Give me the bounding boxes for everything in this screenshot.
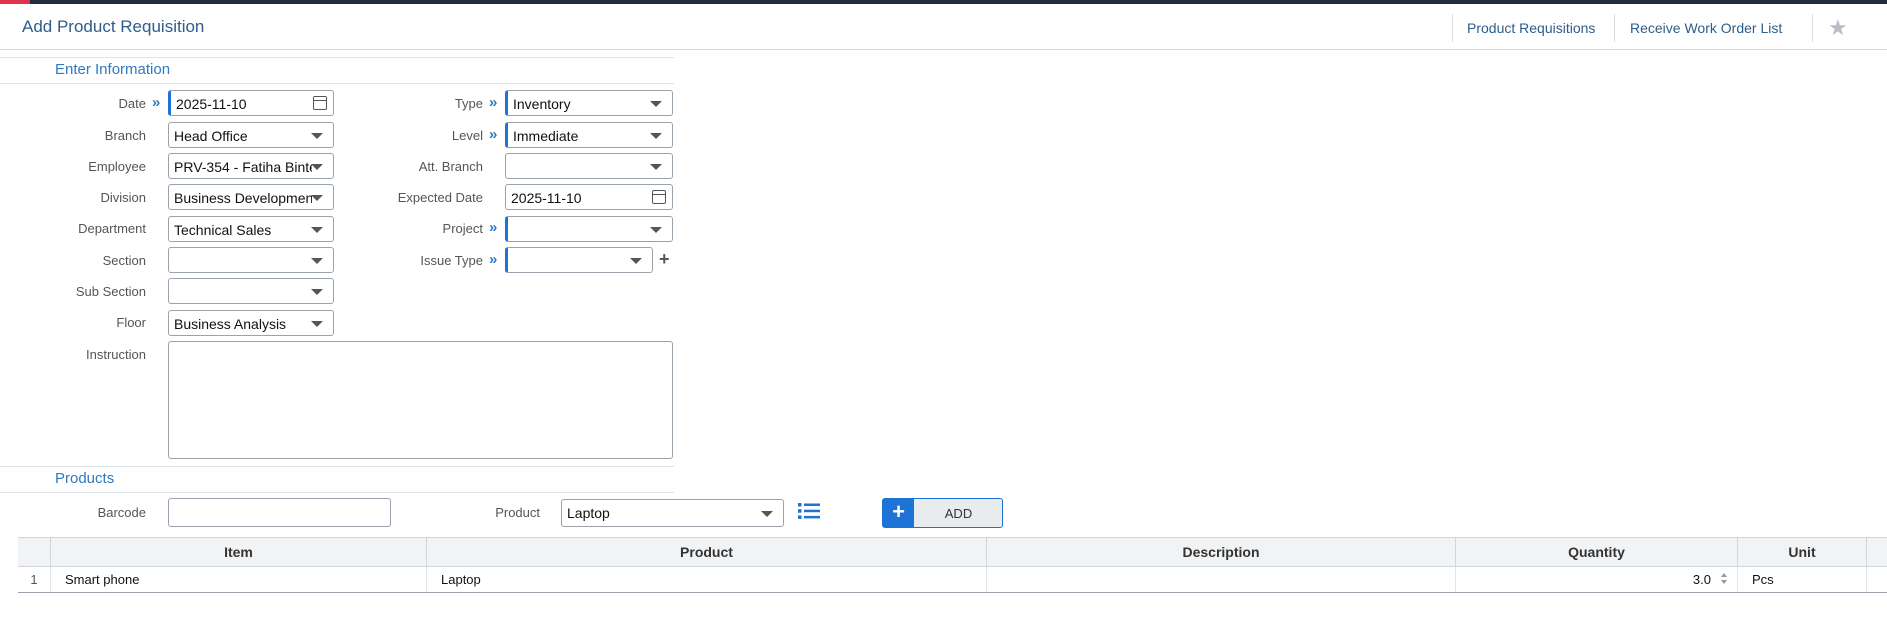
grid-header: Item Product Description Quantity Unit	[18, 537, 1887, 567]
grid-header-item[interactable]: Item	[51, 538, 427, 566]
barcode-input[interactable]	[168, 498, 391, 527]
date-field[interactable]: 2025-11-10	[168, 90, 334, 116]
employee-select[interactable]: PRV-354 - Fatiha Binte	[168, 153, 334, 179]
grid-header-product[interactable]: Product	[427, 538, 987, 566]
grid-header-rownum	[18, 538, 51, 566]
grid-header-quantity[interactable]: Quantity	[1456, 538, 1738, 566]
header-divider	[1614, 14, 1615, 42]
cell-unit[interactable]: Pcs	[1738, 567, 1867, 592]
cell-product[interactable]: Laptop	[427, 567, 987, 592]
header-divider	[1812, 14, 1813, 42]
add-product-button[interactable]: + ADD	[882, 498, 1003, 528]
quantity-value[interactable]: 3.0	[1693, 567, 1711, 592]
products-grid: Item Product Description Quantity Unit 1…	[18, 537, 1887, 593]
receive-work-order-list-link[interactable]: Receive Work Order List	[1630, 20, 1782, 36]
page-title: Add Product Requisition	[22, 17, 205, 36]
grid-header-description[interactable]: Description	[987, 538, 1456, 566]
branch-label: Branch	[104, 128, 146, 143]
table-row[interactable]: 1 Smart phone Laptop 3.0 Pcs	[18, 567, 1887, 593]
branch-select[interactable]: Head Office	[168, 122, 334, 148]
star-icon[interactable]: ★	[1828, 15, 1848, 41]
add-button-label: ADD	[944, 506, 973, 521]
employee-label: Employee	[88, 159, 146, 174]
header-divider	[1452, 14, 1453, 42]
department-select[interactable]: Technical Sales	[168, 216, 334, 242]
issue-type-label: Issue Type	[420, 253, 483, 268]
product-select[interactable]: Laptop	[561, 499, 784, 527]
expected-date-label: Expected Date	[397, 190, 483, 205]
double-chevron-icon: »	[152, 94, 161, 111]
issue-type-select[interactable]	[505, 247, 653, 273]
cell-description[interactable]	[987, 567, 1456, 592]
floor-label: Floor	[116, 315, 146, 330]
att-branch-select[interactable]	[505, 153, 673, 179]
double-chevron-icon: »	[489, 94, 498, 111]
section-label: Section	[102, 253, 146, 268]
page-header: Add Product Requisition Product Requisit…	[0, 4, 1887, 50]
dropdown-caret-icon	[761, 511, 773, 517]
list-icon[interactable]	[798, 502, 820, 520]
dropdown-caret-icon	[650, 227, 662, 233]
row-number: 1	[18, 567, 51, 592]
sub-section-label: Sub Section	[75, 284, 146, 299]
division-label: Division	[100, 190, 146, 205]
calendar-icon[interactable]	[313, 96, 327, 110]
cell-item[interactable]: Smart phone	[51, 567, 427, 592]
type-select[interactable]: Inventory	[505, 90, 673, 116]
product-label: Product	[495, 505, 540, 520]
cell-quantity[interactable]: 3.0	[1456, 567, 1738, 592]
instruction-textarea[interactable]	[168, 341, 673, 459]
level-select[interactable]: Immediate	[505, 122, 673, 148]
dropdown-caret-icon	[311, 321, 323, 327]
dropdown-caret-icon	[311, 289, 323, 295]
dropdown-caret-icon	[311, 164, 323, 170]
date-label: Date	[118, 96, 146, 111]
sub-section-select[interactable]	[168, 278, 334, 304]
products-section: Products	[0, 466, 674, 493]
floor-select[interactable]: Business Analysis	[168, 310, 334, 336]
dropdown-caret-icon	[630, 258, 642, 264]
section-title: Products	[55, 470, 115, 487]
division-select[interactable]: Business Development	[168, 184, 334, 210]
dropdown-caret-icon	[311, 227, 323, 233]
department-label: Department	[78, 221, 146, 236]
enter-information-section: Enter Information	[0, 57, 674, 84]
section-select[interactable]	[168, 247, 334, 273]
expected-date-field[interactable]: 2025-11-10	[505, 184, 673, 210]
double-chevron-icon: »	[489, 219, 498, 236]
dropdown-caret-icon	[311, 195, 323, 201]
section-title: Enter Information	[55, 61, 171, 78]
plus-icon: +	[883, 499, 914, 527]
project-label: Project	[442, 221, 483, 236]
instruction-label: Instruction	[86, 347, 146, 362]
double-chevron-icon: »	[489, 126, 498, 143]
barcode-label: Barcode	[97, 505, 146, 520]
type-label: Type	[454, 96, 483, 111]
quantity-spinner-icon[interactable]	[1721, 573, 1727, 585]
dropdown-caret-icon	[650, 133, 662, 139]
dropdown-caret-icon	[650, 164, 662, 170]
double-chevron-icon: »	[489, 251, 498, 268]
add-issue-type-plus-icon[interactable]: +	[659, 249, 670, 270]
dropdown-caret-icon	[650, 101, 662, 107]
dropdown-caret-icon	[311, 133, 323, 139]
level-label: Level	[451, 128, 483, 143]
product-requisitions-link[interactable]: Product Requisitions	[1467, 20, 1595, 36]
project-select[interactable]	[505, 216, 673, 242]
att-branch-label: Att. Branch	[418, 159, 483, 174]
calendar-icon[interactable]	[652, 190, 666, 204]
dropdown-caret-icon	[311, 258, 323, 264]
grid-header-unit[interactable]: Unit	[1738, 538, 1867, 566]
